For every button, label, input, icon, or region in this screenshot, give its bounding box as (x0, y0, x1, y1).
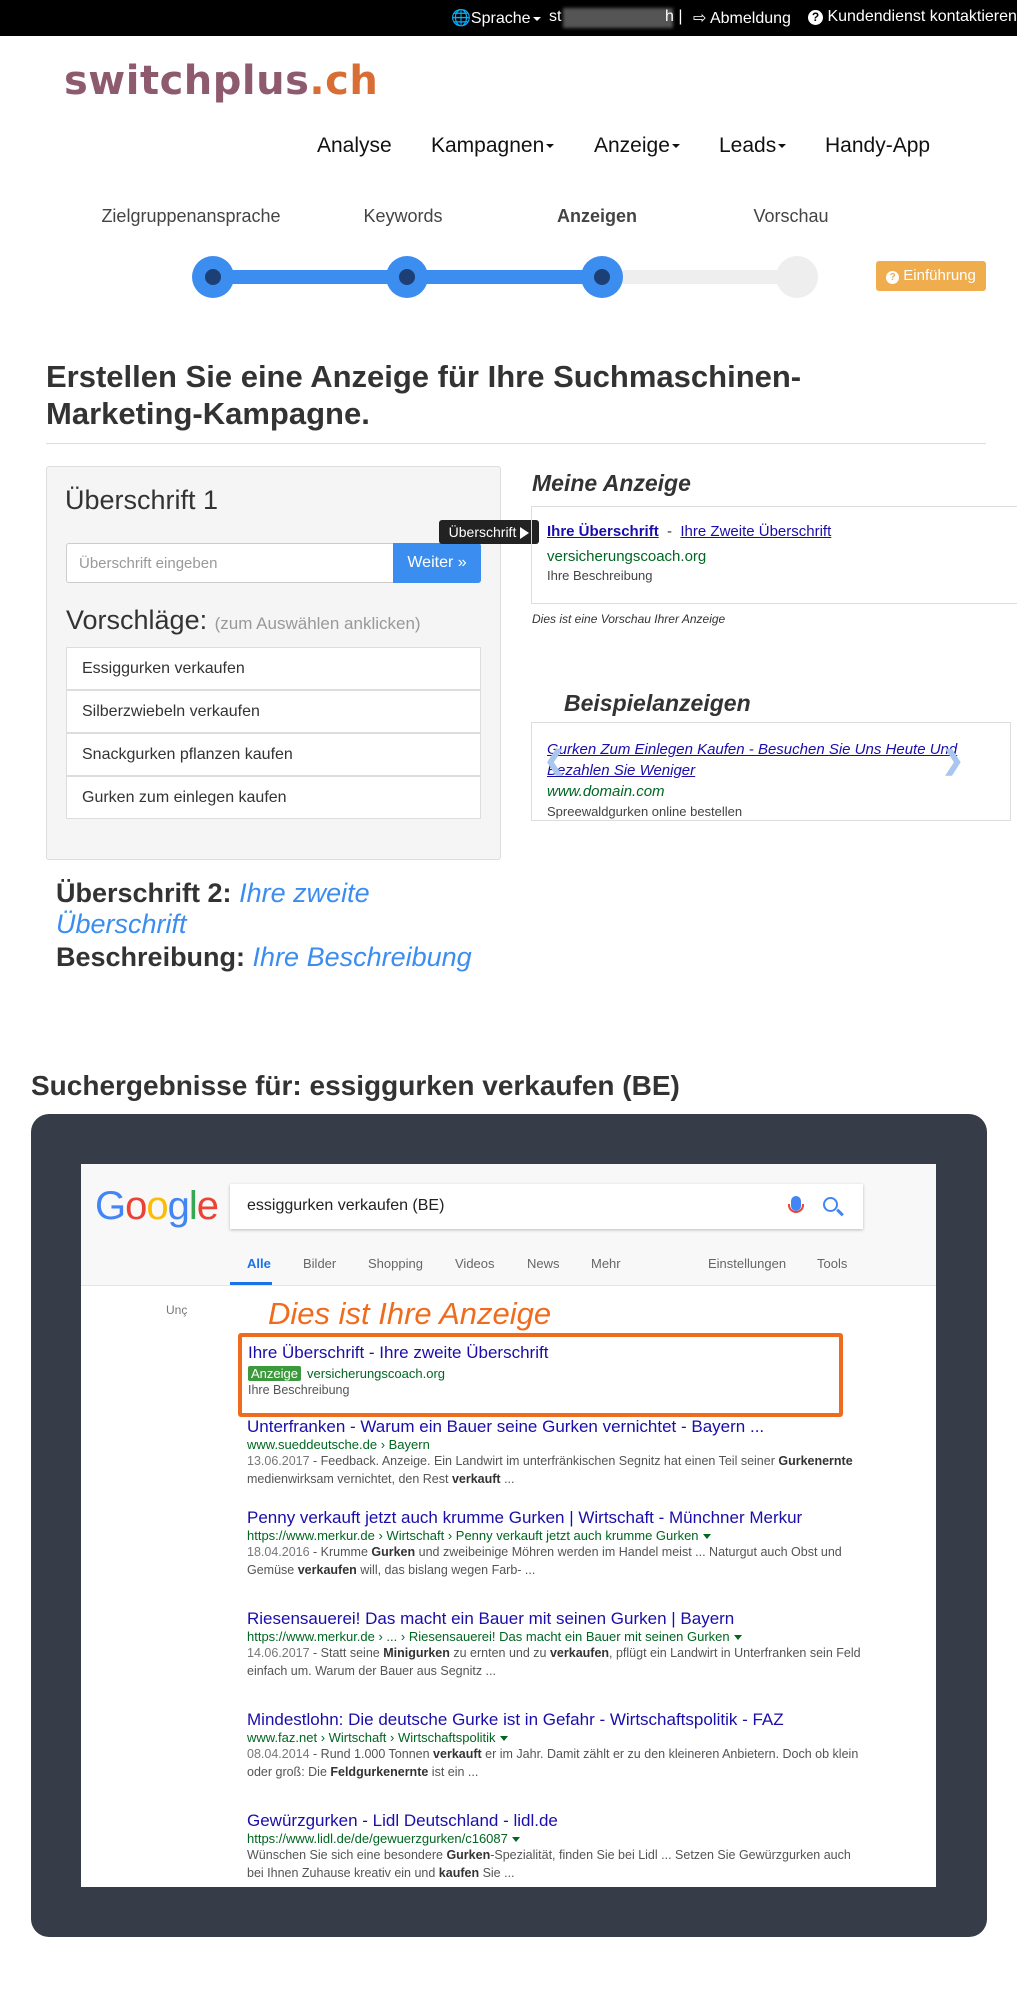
example-ad-title[interactable]: Gurken Zum Einlegen Kaufen - Besuchen Si… (547, 739, 967, 781)
result-title[interactable]: Unterfranken - Warum ein Bauer seine Gur… (247, 1417, 867, 1437)
nav-analyse[interactable]: Analyse (317, 134, 392, 158)
google-logo: Google (95, 1184, 219, 1228)
tab-tools[interactable]: Tools (817, 1256, 847, 1271)
ad-overlay-label: Dies ist Ihre Anzeige (268, 1296, 552, 1331)
my-ad-heading: Meine Anzeige (532, 470, 691, 496)
headline-input[interactable]: Überschrift eingeben (66, 543, 394, 583)
result-snippet: Wünschen Sie sich eine besondere Gurken-… (247, 1848, 851, 1880)
result-title[interactable]: Riesensauerei! Das macht ein Bauer mit s… (247, 1609, 867, 1629)
my-ad-title1[interactable]: Ihre Überschrift (547, 523, 659, 540)
my-ad-url: versicherungscoach.org (547, 548, 707, 565)
user-name-redaction (563, 8, 673, 28)
carousel-next-icon[interactable]: ❯ (942, 745, 964, 776)
headline-form-panel: Überschrift 1 Überschrift eingeben Weite… (46, 466, 501, 860)
help-icon: ? (808, 10, 823, 25)
step-dot-1[interactable] (192, 256, 234, 298)
search-results-heading: Suchergebnisse für: essiggurken verkaufe… (31, 1070, 680, 1101)
my-ad-title2[interactable]: Ihre Zweite Überschrift (680, 523, 831, 540)
search-result: Riesensauerei! Das macht ein Bauer mit s… (247, 1609, 867, 1680)
search-result: Penny verkauft jetzt auch krumme Gurken … (247, 1508, 867, 1579)
result-snippet: 13.06.2017 - Feedback. Anzeige. Ein Land… (247, 1454, 853, 1486)
search-result: Mindestlohn: Die deutsche Gurke ist in G… (247, 1710, 867, 1781)
google-serp: Google essiggurken verkaufen (BE) Alle B… (81, 1164, 936, 1887)
intro-button[interactable]: ? Einführung (876, 261, 986, 291)
step-label-vorschau[interactable]: Vorschau (671, 206, 911, 227)
tab-bilder[interactable]: Bilder (303, 1256, 336, 1271)
tab-mehr[interactable]: Mehr (591, 1256, 621, 1271)
headline-tooltip: Überschrift (439, 520, 539, 544)
suggestion-item[interactable]: Essiggurken verkaufen (66, 647, 481, 690)
headline2-summary: Überschrift 2: Ihre zweite Überschrift (56, 878, 370, 939)
tab-videos[interactable]: Videos (455, 1256, 495, 1271)
example-ad-url: www.domain.com (547, 783, 665, 800)
carousel-prev-icon[interactable]: ❮ (544, 745, 566, 776)
page-title: Erstellen Sie eine Anzeige für Ihre Such… (46, 359, 802, 431)
result-url: https://www.merkur.de › ... › Riesensaue… (247, 1629, 867, 1644)
progress-track-todo (603, 270, 797, 284)
globe-icon: 🌐 (451, 10, 471, 27)
highlighted-ad: Ihre Überschrift - Ihre zweite Überschri… (238, 1333, 843, 1417)
ad-badge: Anzeige (248, 1366, 301, 1381)
result-title[interactable]: Gewürzgurken - Lidl Deutschland - lidl.d… (247, 1811, 867, 1831)
partial-text: Unç (166, 1303, 188, 1317)
tab-einstellungen[interactable]: Einstellungen (708, 1256, 786, 1271)
tab-shopping[interactable]: Shopping (368, 1256, 423, 1271)
suggestions-heading: Vorschläge: (zum Auswählen anklicken) (66, 605, 421, 635)
user-name-end: h | (665, 8, 683, 25)
result-title[interactable]: Penny verkauft jetzt auch krumme Gurken … (247, 1508, 867, 1528)
example-heading: Beispielanzeigen (564, 690, 751, 716)
nav-handy-app[interactable]: Handy-App (825, 134, 930, 158)
top-bar: 🌐Sprache st h | ⇨ Abmeldung ? Kundendien… (0, 0, 1017, 36)
nav-anzeige[interactable]: Anzeige (594, 134, 680, 158)
step-dot-4[interactable] (776, 256, 818, 298)
serp-ad-title[interactable]: Ihre Überschrift - Ihre zweite Überschri… (248, 1343, 548, 1363)
user-name: st (549, 8, 562, 25)
switchplus-logo[interactable]: switchplus.ch (64, 58, 378, 104)
suggestion-item[interactable]: Silberzwiebeln verkaufen (66, 690, 481, 733)
result-snippet: 08.04.2014 - Rund 1.000 Tonnen verkauft … (247, 1747, 859, 1779)
serp-ad-desc: Ihre Beschreibung (248, 1383, 350, 1397)
nav-kampagnen[interactable]: Kampagnen (431, 134, 555, 158)
suggestion-item[interactable]: Snackgurken pflanzen kaufen (66, 733, 481, 776)
logout-icon: ⇨ (693, 10, 707, 27)
description-summary: Beschreibung: Ihre Beschreibung (56, 942, 472, 972)
logout-link[interactable]: ⇨ Abmeldung (693, 8, 791, 28)
nav-leads[interactable]: Leads (719, 134, 787, 158)
result-url: https://www.lidl.de/de/gewuerzgurken/c16… (247, 1831, 867, 1846)
step-dot-2[interactable] (386, 256, 428, 298)
step-dot-3[interactable] (581, 256, 623, 298)
result-snippet: 14.06.2017 - Statt seine Minigurken zu e… (247, 1646, 861, 1678)
result-snippet: 18.04.2016 - Krumme Gurken und zweibeini… (247, 1545, 842, 1577)
result-url: www.faz.net › Wirtschaft › Wirtschaftspo… (247, 1730, 867, 1745)
play-icon (520, 527, 530, 540)
result-url: https://www.merkur.de › Wirtschaft › Pen… (247, 1528, 867, 1543)
preview-note: Dies ist eine Vorschau Ihrer Anzeige (532, 612, 726, 626)
example-ad-carousel: Gurken Zum Einlegen Kaufen - Besuchen Si… (531, 722, 1011, 821)
form-heading: Überschrift 1 (65, 485, 219, 515)
tab-news[interactable]: News (527, 1256, 560, 1271)
next-button[interactable]: Weiter » (393, 543, 481, 583)
google-search-input[interactable]: essiggurken verkaufen (BE) (230, 1184, 863, 1229)
result-url: www.sueddeutsche.de › Bayern (247, 1437, 430, 1452)
active-tab-indicator (230, 1282, 272, 1285)
divider (46, 443, 986, 444)
support-link[interactable]: ? Kundendienst kontaktieren (808, 8, 1017, 26)
example-ad-desc: Spreewaldgurken online bestellen (547, 804, 743, 819)
my-ad-preview: Ihre Überschrift - Ihre Zweite Überschri… (531, 506, 1017, 604)
suggestion-item[interactable]: Gurken zum einlegen kaufen (66, 776, 481, 819)
result-title[interactable]: Mindestlohn: Die deutsche Gurke ist in G… (247, 1710, 867, 1730)
question-icon: ? (886, 271, 900, 284)
step-label-zielgruppe[interactable]: Zielgruppenansprache (71, 206, 311, 227)
tab-alle[interactable]: Alle (247, 1256, 271, 1271)
google-header: Google essiggurken verkaufen (BE) Alle B… (81, 1164, 936, 1286)
search-result: Gewürzgurken - Lidl Deutschland - lidl.d… (247, 1811, 867, 1882)
search-result: Unterfranken - Warum ein Bauer seine Gur… (247, 1417, 867, 1488)
my-ad-desc: Ihre Beschreibung (547, 568, 653, 583)
serp-ad-url: Anzeige versicherungscoach.org (248, 1366, 445, 1381)
language-menu[interactable]: 🌐Sprache (451, 8, 541, 28)
